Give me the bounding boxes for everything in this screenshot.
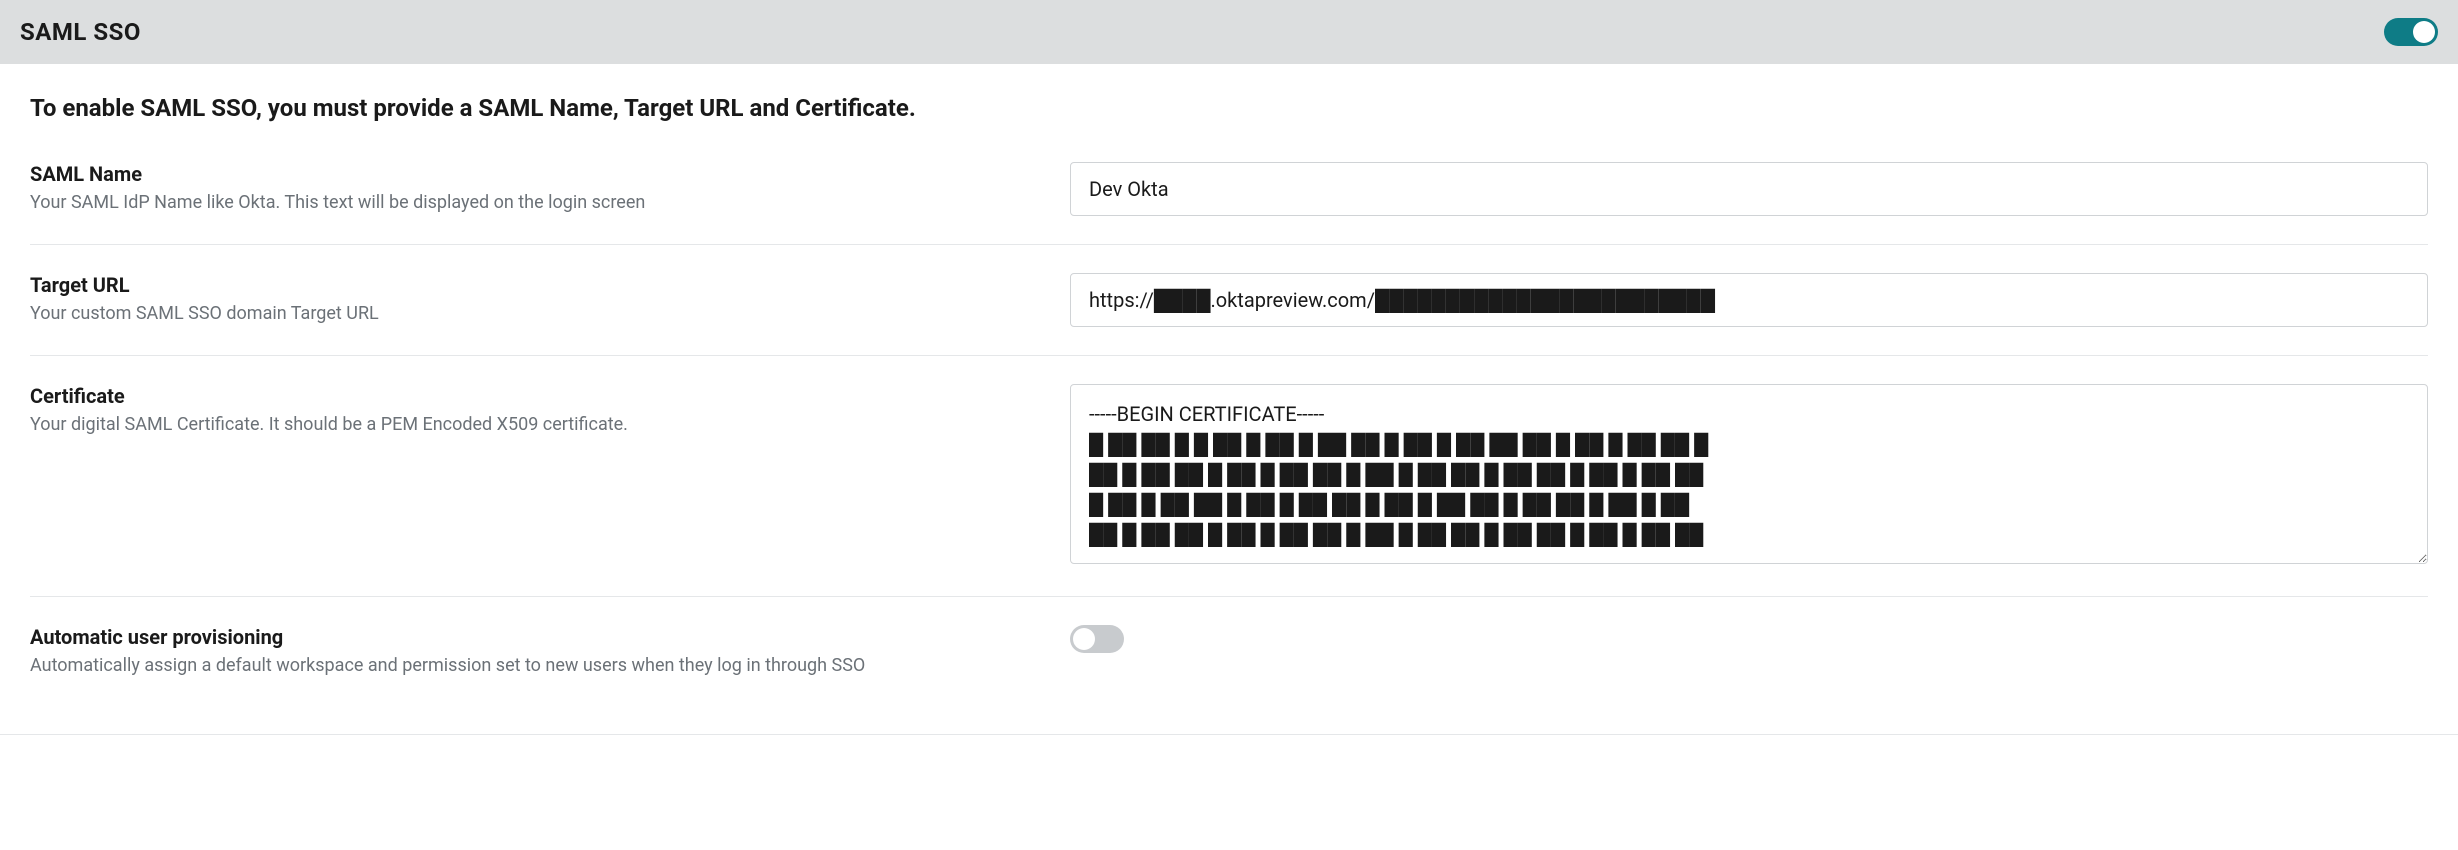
page-title: SAML SSO [20,18,141,46]
target-url-description: Your custom SAML SSO domain Target URL [30,301,1030,326]
instruction-text: To enable SAML SSO, you must provide a S… [30,94,2428,122]
bottom-divider [0,734,2458,735]
certificate-row: Certificate Your digital SAML Certificat… [30,384,2428,597]
content-area: To enable SAML SSO, you must provide a S… [0,64,2458,706]
saml-name-description: Your SAML IdP Name like Okta. This text … [30,190,1030,215]
saml-sso-toggle[interactable] [2384,18,2438,46]
auto-provisioning-toggle[interactable] [1070,625,1124,653]
saml-name-label: SAML Name [30,162,1030,186]
toggle-knob [2413,21,2435,43]
toggle-knob [1073,628,1095,650]
header-bar: SAML SSO [0,0,2458,64]
auto-provisioning-label: Automatic user provisioning [30,625,1030,649]
saml-name-row: SAML Name Your SAML IdP Name like Okta. … [30,162,2428,245]
target-url-row: Target URL Your custom SAML SSO domain T… [30,273,2428,356]
certificate-description: Your digital SAML Certificate. It should… [30,412,1030,437]
saml-name-input[interactable] [1070,162,2428,216]
target-url-label: Target URL [30,273,1030,297]
auto-provisioning-row: Automatic user provisioning Automaticall… [30,625,2428,706]
auto-provisioning-description: Automatically assign a default workspace… [30,653,1030,678]
certificate-textarea[interactable] [1070,384,2428,564]
target-url-input[interactable] [1070,273,2428,327]
certificate-label: Certificate [30,384,1030,408]
